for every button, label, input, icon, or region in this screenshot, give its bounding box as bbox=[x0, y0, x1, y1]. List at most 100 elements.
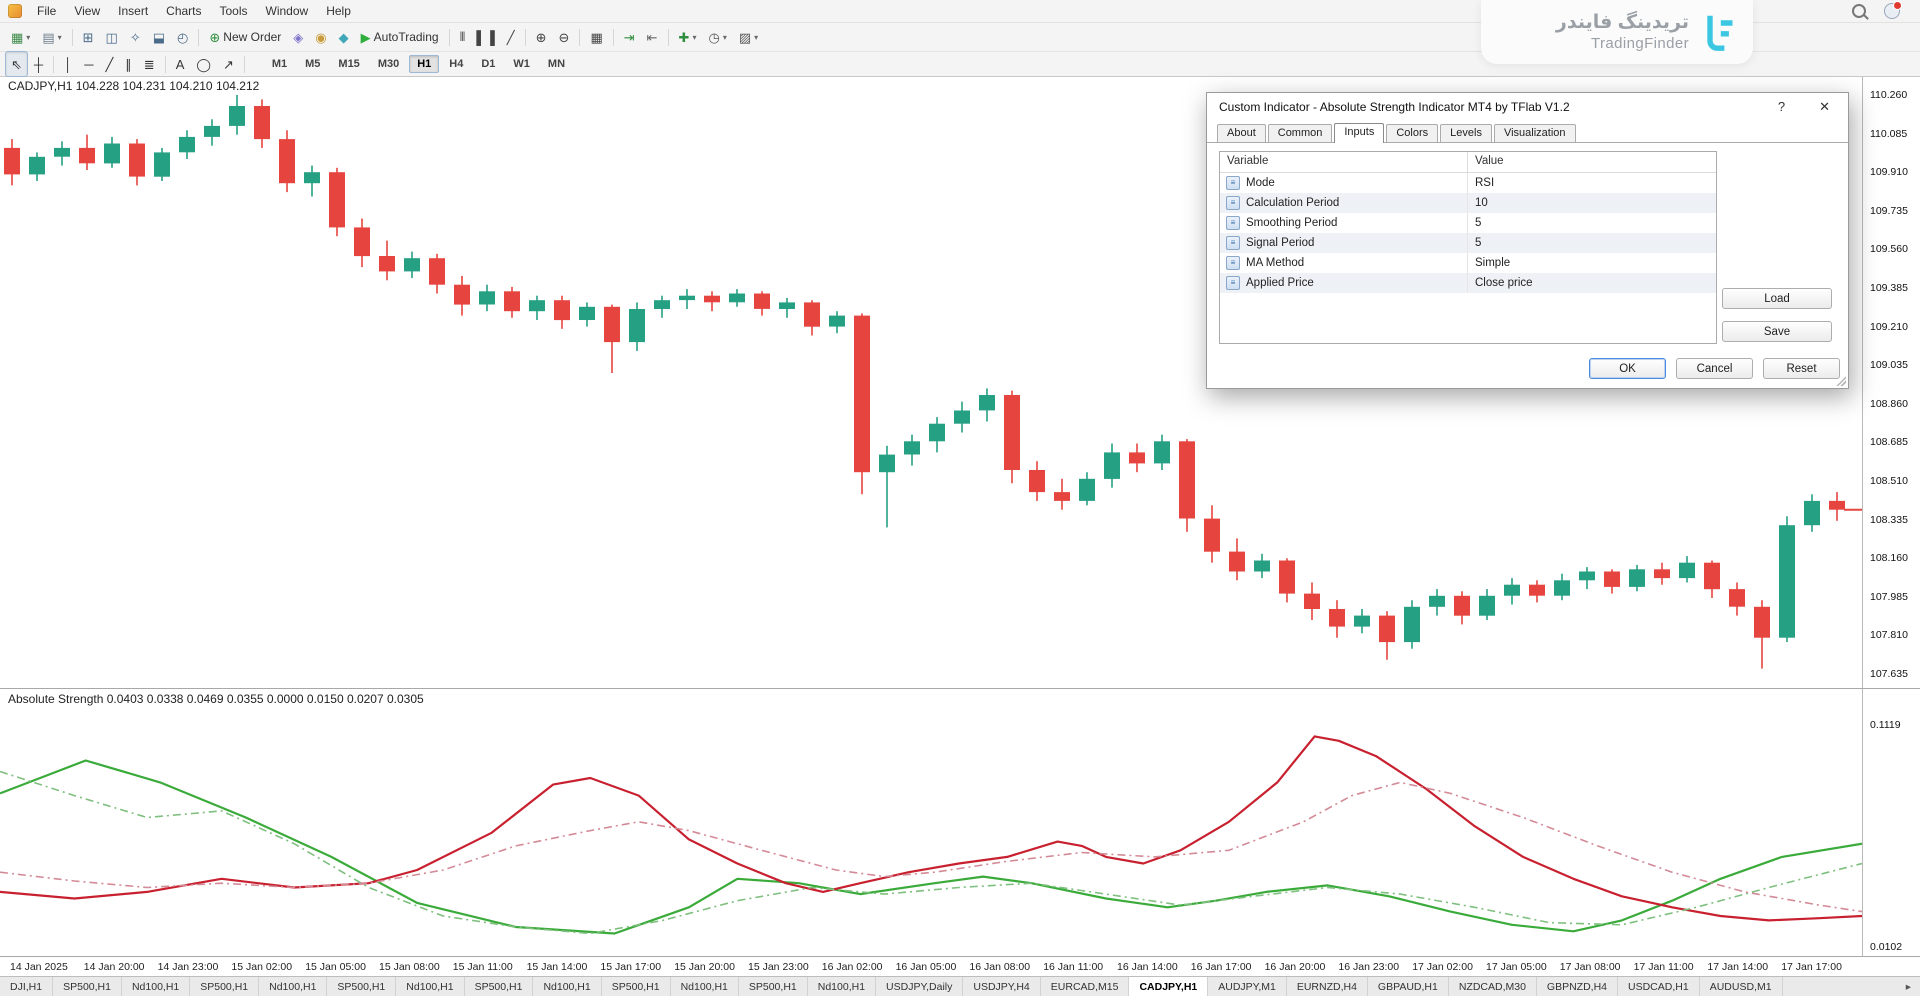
chart-tab-nd100-h1[interactable]: Nd100,H1 bbox=[122, 977, 190, 996]
trendline-button[interactable]: ╱ bbox=[99, 51, 119, 77]
chart-tab-nd100-h1[interactable]: Nd100,H1 bbox=[533, 977, 601, 996]
input-row[interactable]: ≡Signal Period5 bbox=[1220, 233, 1716, 253]
mql5-community-button[interactable]: ◉ bbox=[309, 24, 332, 50]
dialog-close-button[interactable]: ✕ bbox=[1813, 99, 1836, 115]
chart-tab-usdjpy-daily[interactable]: USDJPY,Daily bbox=[876, 977, 963, 996]
dialog-tab-colors[interactable]: Colors bbox=[1386, 124, 1438, 142]
chart-tab-sp500-h1[interactable]: SP500,H1 bbox=[190, 977, 259, 996]
timeframe-mn[interactable]: MN bbox=[540, 55, 573, 73]
time-axis[interactable]: 14 Jan 202514 Jan 20:0014 Jan 23:0015 Ja… bbox=[0, 956, 1920, 976]
chart-tab-usdcad-h1[interactable]: USDCAD,H1 bbox=[1618, 977, 1700, 996]
fibonacci-button[interactable]: ≣ bbox=[138, 51, 161, 77]
menu-window[interactable]: Window bbox=[257, 2, 318, 20]
price-axis[interactable]: 110.260110.085109.910109.735109.560109.3… bbox=[1862, 75, 1920, 688]
autotrading-button[interactable]: ▶AutoTrading bbox=[355, 24, 445, 50]
chart-tab-eurnzd-h4[interactable]: EURNZD,H4 bbox=[1287, 977, 1368, 996]
menu-insert[interactable]: Insert bbox=[109, 2, 157, 20]
timeframe-h4[interactable]: H4 bbox=[441, 55, 471, 73]
cancel-button[interactable]: Cancel bbox=[1676, 358, 1753, 379]
profiles-dropdown-icon[interactable]: ▾ bbox=[58, 33, 62, 42]
dialog-tab-levels[interactable]: Levels bbox=[1440, 124, 1492, 142]
arrows-button[interactable]: ↗ bbox=[217, 51, 240, 77]
market-button[interactable]: ◆ bbox=[333, 24, 355, 50]
chart-tab-nd100-h1[interactable]: Nd100,H1 bbox=[808, 977, 876, 996]
auto-scroll-button[interactable]: ⇥ bbox=[618, 24, 641, 50]
templates-dropdown-icon[interactable]: ▾ bbox=[754, 33, 758, 42]
chart-tab-nzdcad-m30[interactable]: NZDCAD,M30 bbox=[1449, 977, 1537, 996]
ok-button[interactable]: OK bbox=[1589, 358, 1666, 379]
new-chart-button[interactable]: ▦▾ bbox=[5, 24, 36, 50]
input-row[interactable]: ≡Smoothing Period5 bbox=[1220, 213, 1716, 233]
search-icon[interactable] bbox=[1852, 4, 1866, 18]
timeframe-m15[interactable]: M15 bbox=[330, 55, 367, 73]
channel-button[interactable]: ∥ bbox=[119, 51, 138, 77]
shapes-button[interactable]: ◯ bbox=[190, 51, 217, 77]
chart-tab-nd100-h1[interactable]: Nd100,H1 bbox=[671, 977, 739, 996]
cursor-button[interactable]: ⇖ bbox=[5, 51, 28, 77]
input-row[interactable]: ≡ModeRSI bbox=[1220, 173, 1716, 193]
indicators-dropdown-icon[interactable]: ▾ bbox=[692, 33, 696, 42]
input-value[interactable]: Simple bbox=[1468, 257, 1716, 269]
tile-windows-button[interactable]: ▦ bbox=[584, 24, 608, 50]
data-window-button[interactable]: ◫ bbox=[100, 24, 124, 50]
zoom-in-button[interactable]: ⊕ bbox=[530, 24, 553, 50]
indicator-axis[interactable]: 0.1119 0.0102 bbox=[1862, 689, 1920, 956]
chart-tab-usdjpy-h4[interactable]: USDJPY,H4 bbox=[963, 977, 1040, 996]
indicators-button[interactable]: ✚▾ bbox=[673, 24, 703, 50]
input-row[interactable]: ≡Calculation Period10 bbox=[1220, 193, 1716, 213]
horizontal-line-button[interactable]: ─ bbox=[78, 51, 99, 77]
strategy-tester-button[interactable]: ◴ bbox=[171, 24, 194, 50]
new-chart-dropdown-icon[interactable]: ▾ bbox=[26, 33, 30, 42]
metaeditor-button[interactable]: ◈ bbox=[287, 24, 309, 50]
navigator-button[interactable]: ✧ bbox=[124, 24, 147, 50]
market-watch-button[interactable]: ⊞ bbox=[77, 24, 100, 50]
timeframe-m1[interactable]: M1 bbox=[264, 55, 295, 73]
text-button[interactable]: A bbox=[170, 51, 191, 77]
reset-button[interactable]: Reset bbox=[1763, 358, 1840, 379]
absolute-strength-panel[interactable]: Absolute Strength 0.0403 0.0338 0.0469 0… bbox=[0, 688, 1920, 956]
timeframe-h1[interactable]: H1 bbox=[409, 55, 439, 73]
menu-help[interactable]: Help bbox=[317, 2, 360, 20]
chart-tab-sp500-h1[interactable]: SP500,H1 bbox=[53, 977, 122, 996]
chart-tab-nd100-h1[interactable]: Nd100,H1 bbox=[259, 977, 327, 996]
crosshair-button[interactable]: ┼ bbox=[28, 51, 49, 77]
chart-tab-sp500-h1[interactable]: SP500,H1 bbox=[465, 977, 534, 996]
menu-view[interactable]: View bbox=[65, 2, 109, 20]
chart-tab-sp500-h1[interactable]: SP500,H1 bbox=[739, 977, 808, 996]
dialog-tab-common[interactable]: Common bbox=[1268, 124, 1333, 142]
profile-notification-icon[interactable] bbox=[1884, 3, 1900, 19]
chart-tab-sp500-h1[interactable]: SP500,H1 bbox=[327, 977, 396, 996]
tab-scroll-right-icon[interactable]: ▸ bbox=[1897, 977, 1920, 996]
periods-button[interactable]: ◷▾ bbox=[702, 24, 732, 50]
chart-tab-gbpaud-h1[interactable]: GBPAUD,H1 bbox=[1368, 977, 1449, 996]
input-value[interactable]: 5 bbox=[1468, 237, 1716, 249]
dialog-help-button[interactable]: ? bbox=[1772, 99, 1791, 114]
input-value[interactable]: RSI bbox=[1468, 177, 1716, 189]
dialog-tab-about[interactable]: About bbox=[1217, 124, 1266, 142]
chart-bars-button[interactable]: ||| bbox=[454, 24, 471, 50]
chart-tab-cadjpy-h1[interactable]: CADJPY,H1 bbox=[1129, 977, 1208, 996]
chart-tab-dji-h1[interactable]: DJI,H1 bbox=[0, 977, 53, 996]
profiles-button[interactable]: ▤▾ bbox=[36, 24, 67, 50]
timeframe-w1[interactable]: W1 bbox=[505, 55, 538, 73]
chart-candles-button[interactable]: ▌▐ bbox=[470, 24, 500, 50]
chart-line-button[interactable]: ╱ bbox=[501, 24, 521, 50]
templates-button[interactable]: ▨▾ bbox=[733, 24, 764, 50]
dialog-tab-inputs[interactable]: Inputs bbox=[1334, 123, 1384, 143]
chart-tab-sp500-h1[interactable]: SP500,H1 bbox=[602, 977, 671, 996]
chart-shift-button[interactable]: ⇤ bbox=[641, 24, 664, 50]
chart-tab-gbpnzd-h4[interactable]: GBPNZD,H4 bbox=[1537, 977, 1618, 996]
input-row[interactable]: ≡Applied PriceClose price bbox=[1220, 273, 1716, 293]
zoom-out-button[interactable]: ⊖ bbox=[553, 24, 576, 50]
save-button[interactable]: Save bbox=[1722, 321, 1832, 342]
input-value[interactable]: 10 bbox=[1468, 197, 1716, 209]
input-value[interactable]: 5 bbox=[1468, 217, 1716, 229]
input-value[interactable]: Close price bbox=[1468, 277, 1716, 289]
dialog-titlebar[interactable]: Custom Indicator - Absolute Strength Ind… bbox=[1207, 93, 1848, 120]
dialog-tab-visualization[interactable]: Visualization bbox=[1494, 124, 1576, 142]
chart-tab-audjpy-m1[interactable]: AUDJPY,M1 bbox=[1208, 977, 1287, 996]
terminal-button[interactable]: ⬓ bbox=[147, 24, 171, 50]
periods-dropdown-icon[interactable]: ▾ bbox=[723, 33, 727, 42]
timeframe-m30[interactable]: M30 bbox=[370, 55, 407, 73]
vertical-line-button[interactable]: │ bbox=[58, 51, 78, 77]
